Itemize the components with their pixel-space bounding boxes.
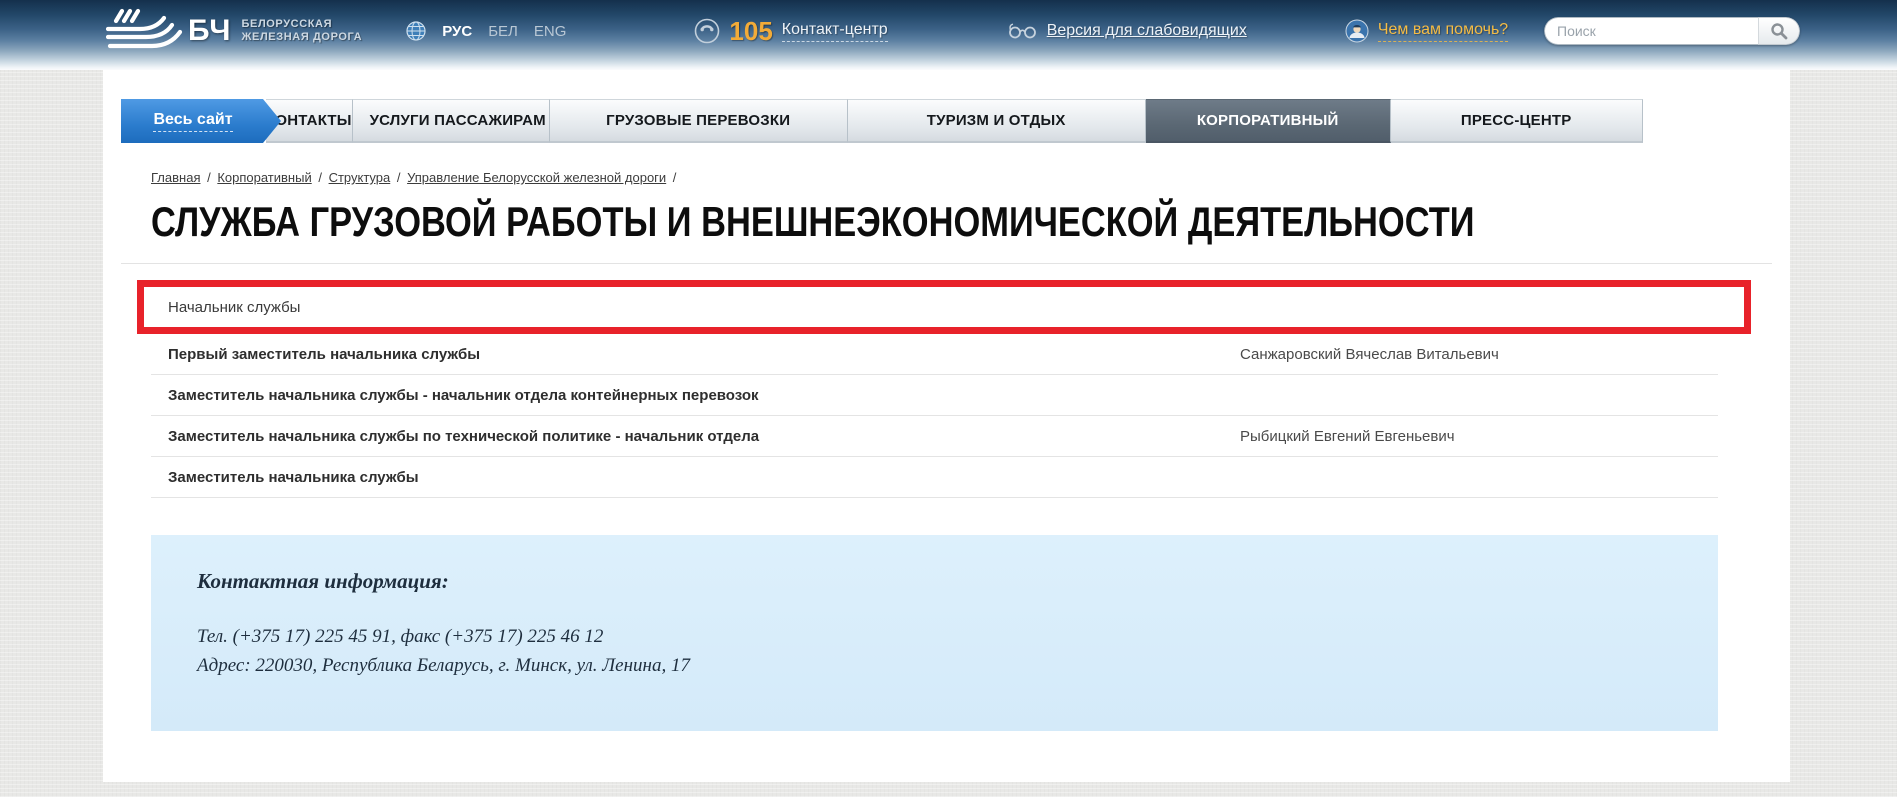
contact-line: Тел. (+375 17) 225 45 91, факс (+375 17)…: [197, 622, 1672, 651]
table-row[interactable]: Первый заместитель начальника службы Сан…: [151, 334, 1718, 375]
contact-info-card: Контактная информация: Тел. (+375 17) 22…: [151, 535, 1718, 731]
breadcrumb-link[interactable]: Структура: [329, 170, 391, 185]
search-input[interactable]: [1544, 17, 1758, 45]
main-tab[interactable]: ПРЕСС-ЦЕНТР: [1391, 99, 1643, 143]
table-row[interactable]: Начальник службы: [137, 280, 1751, 334]
railway-logo-icon: [106, 8, 184, 54]
main-tab[interactable]: ГРУЗОВЫЕ ПЕРЕВОЗКИ: [550, 99, 848, 143]
page-title: СЛУЖБА ГРУЗОВОЙ РАБОТЫ И ВНЕШНЕЭКОНОМИЧЕ…: [151, 198, 1790, 244]
contact-center-link[interactable]: 105 Контакт-центр: [694, 16, 887, 47]
breadcrumb-link[interactable]: Главная: [151, 170, 200, 185]
lang-бел[interactable]: БЕЛ: [488, 23, 518, 40]
contact-line: Адрес: 220030, Республика Беларусь, г. М…: [197, 651, 1672, 680]
main-tab[interactable]: КОРПОРАТИВНЫЙ: [1146, 99, 1391, 143]
site-header: БЧ БЕЛОРУССКАЯ ЖЕЛЕЗНАЯ ДОРОГА РУС БЕЛ ENG: [0, 0, 1897, 70]
logo-text: БЕЛОРУССКАЯ ЖЕЛЕЗНАЯ ДОРОГА: [242, 18, 363, 44]
breadcrumb-separator: /: [393, 170, 404, 185]
name-cell: Рыбицкий Евгений Евгеньевич: [1240, 428, 1718, 445]
help-link[interactable]: Чем вам помочь?: [1345, 19, 1508, 43]
glasses-icon: [1008, 23, 1038, 39]
main-nav: Весь сайт КОНТАКТЫУСЛУГИ ПАССАЖИРАМГРУЗО…: [121, 70, 1771, 143]
breadcrumb-separator: /: [669, 170, 676, 185]
breadcrumb: Главная / Корпоративный / Структура / Уп…: [151, 170, 1790, 185]
position-cell: Первый заместитель начальника службы: [151, 346, 1240, 363]
title-divider: [121, 263, 1772, 264]
breadcrumb-link[interactable]: Корпоративный: [217, 170, 311, 185]
position-cell: Заместитель начальника службы - начальни…: [151, 387, 1240, 404]
logo[interactable]: БЧ БЕЛОРУССКАЯ ЖЕЛЕЗНАЯ ДОРОГА: [106, 8, 362, 54]
breadcrumb-separator: /: [315, 170, 326, 185]
accessibility-label: Версия для слабовидящих: [1047, 22, 1247, 40]
main-tab[interactable]: УСЛУГИ ПАССАЖИРАМ: [353, 99, 550, 143]
contact-center-label: Контакт-центр: [782, 21, 888, 42]
position-cell: Заместитель начальника службы по техниче…: [151, 428, 1240, 445]
search-icon: [1770, 22, 1788, 40]
position-cell: Заместитель начальника службы: [151, 469, 1240, 486]
main-tab[interactable]: ТУРИЗМ И ОТДЫХ: [848, 99, 1146, 143]
accessibility-link[interactable]: Версия для слабовидящих: [1008, 22, 1247, 40]
lang-eng[interactable]: ENG: [534, 23, 567, 40]
globe-icon: [406, 21, 426, 41]
lang-рус[interactable]: РУС: [442, 23, 472, 40]
contact-info-heading: Контактная информация:: [197, 569, 1672, 594]
search-box: [1544, 17, 1800, 45]
breadcrumb-separator: /: [203, 170, 214, 185]
contact-center-number: 105: [729, 16, 772, 47]
help-label: Чем вам помочь?: [1378, 21, 1508, 42]
name-cell: Санжаровский Вячеслав Витальевич: [1240, 346, 1718, 363]
table-row[interactable]: Заместитель начальника службы - начальни…: [151, 375, 1718, 416]
staff-table: Начальник службы Первый заместитель нача…: [151, 280, 1718, 498]
table-row[interactable]: Заместитель начальника службы: [151, 457, 1718, 498]
language-switcher: РУС БЕЛ ENG: [406, 21, 566, 41]
tab-whole-site[interactable]: Весь сайт: [121, 99, 281, 143]
logo-abbr: БЧ: [188, 14, 232, 48]
assistant-avatar-icon: [1345, 19, 1369, 43]
phone-icon: [694, 18, 720, 44]
tab-whole-site-label: Весь сайт: [153, 111, 232, 132]
position-cell: Начальник службы: [144, 299, 1233, 316]
search-button[interactable]: [1758, 17, 1800, 45]
breadcrumb-link[interactable]: Управление Белорусской железной дороги: [407, 170, 666, 185]
content-area: Весь сайт КОНТАКТЫУСЛУГИ ПАССАЖИРАМГРУЗО…: [103, 70, 1790, 782]
contact-lines: Тел. (+375 17) 225 45 91, факс (+375 17)…: [197, 622, 1672, 680]
table-row[interactable]: Заместитель начальника службы по техниче…: [151, 416, 1718, 457]
